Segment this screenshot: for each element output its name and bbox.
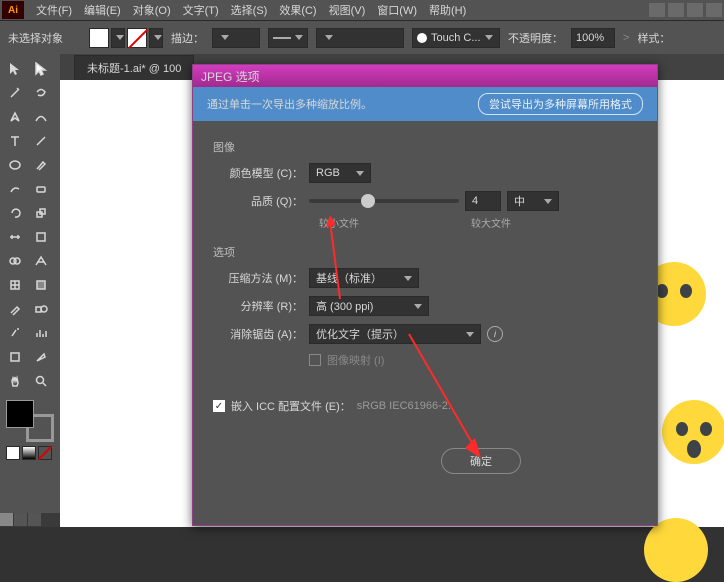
menu-edit[interactable]: 编辑(E): [78, 2, 127, 18]
section-image: 图像: [213, 139, 637, 155]
zoom-tool-icon[interactable]: [28, 370, 54, 392]
brush-def[interactable]: [316, 28, 404, 48]
dialog-tip-bar: 通过单击一次导出多种缩放比例。 尝试导出为多种屏幕所用格式: [193, 87, 657, 121]
symbol-sprayer-tool-icon[interactable]: [2, 322, 28, 344]
direct-selection-tool-icon[interactable]: [28, 58, 54, 80]
menu-select[interactable]: 选择(S): [225, 2, 274, 18]
menu-right-icons: [649, 3, 722, 17]
emoji-artwork: [644, 518, 708, 582]
opacity-label: 不透明度：: [508, 30, 563, 46]
antialias-select[interactable]: 优化文字（提示）: [309, 324, 481, 344]
quality-preset-select[interactable]: 中: [507, 191, 559, 211]
color-model-label: 颜色模型 (C)：: [213, 165, 303, 181]
shaper-tool-icon[interactable]: [2, 178, 28, 200]
scale-tool-icon[interactable]: [28, 202, 54, 224]
app-logo: Ai: [2, 1, 24, 19]
antialias-label: 消除锯齿 (A)：: [213, 326, 303, 342]
icc-label: 嵌入 ICC 配置文件 (E)：: [231, 398, 351, 414]
jpeg-options-dialog: JPEG 选项 通过单击一次导出多种缩放比例。 尝试导出为多种屏幕所用格式 图像…: [192, 64, 658, 526]
free-transform-tool-icon[interactable]: [28, 226, 54, 248]
menu-help[interactable]: 帮助(H): [423, 2, 472, 18]
menu-effect[interactable]: 效果(C): [273, 2, 322, 18]
stroke-swatch[interactable]: [127, 28, 147, 48]
fill-swatch[interactable]: [89, 28, 109, 48]
compression-label: 压缩方法 (M)：: [213, 270, 303, 286]
column-graph-tool-icon[interactable]: [28, 322, 54, 344]
blend-tool-icon[interactable]: [28, 298, 54, 320]
opacity-input[interactable]: [571, 28, 615, 48]
lasso-tool-icon[interactable]: [28, 82, 54, 104]
width-tool-icon[interactable]: [2, 226, 28, 248]
color-model-select[interactable]: RGB: [309, 163, 371, 183]
info-icon[interactable]: i: [487, 326, 503, 342]
toolbar: [0, 54, 60, 527]
mesh-tool-icon[interactable]: [2, 274, 28, 296]
menu-object[interactable]: 对象(O): [127, 2, 177, 18]
color-mode-swatches[interactable]: [6, 446, 52, 460]
large-file-label: 较大文件: [461, 215, 521, 230]
section-options: 选项: [213, 244, 637, 260]
icc-checkbox[interactable]: ✓: [213, 400, 225, 412]
menu-file[interactable]: 文件(F): [30, 2, 78, 18]
selection-tool-icon[interactable]: [2, 58, 28, 80]
gradient-tool-icon[interactable]: [28, 274, 54, 296]
ellipse-tool-icon[interactable]: [2, 154, 28, 176]
compression-select[interactable]: 基线（标准）: [309, 268, 419, 288]
options-bar: 未选择对象 描边： Touch C... 不透明度： > 样式：: [0, 20, 724, 54]
touch-dropdown[interactable]: Touch C...: [412, 28, 500, 48]
resolution-select[interactable]: 高 (300 ppi): [309, 296, 429, 316]
dialog-titlebar[interactable]: JPEG 选项: [193, 65, 657, 87]
pen-tool-icon[interactable]: [2, 106, 28, 128]
quality-label: 品质 (Q)：: [213, 193, 303, 209]
no-selection-label: 未选择对象: [8, 30, 63, 46]
emoji-artwork: [662, 400, 724, 464]
line-tool-icon[interactable]: [28, 130, 54, 152]
paintbrush-tool-icon[interactable]: [28, 154, 54, 176]
slice-tool-icon[interactable]: [28, 346, 54, 368]
export-screens-button[interactable]: 尝试导出为多种屏幕所用格式: [478, 93, 643, 115]
imagemap-checkbox[interactable]: [309, 354, 321, 366]
magic-wand-tool-icon[interactable]: [2, 82, 28, 104]
ok-button[interactable]: 确定: [441, 448, 521, 474]
eyedropper-tool-icon[interactable]: [2, 298, 28, 320]
rotate-tool-icon[interactable]: [2, 202, 28, 224]
icc-value: sRGB IEC61966-2.: [357, 400, 451, 412]
artboard-tool-icon[interactable]: [2, 346, 28, 368]
menu-window[interactable]: 窗口(W): [371, 2, 423, 18]
imagemap-label: 图像映射 (I): [327, 352, 384, 368]
stroke-weight[interactable]: [212, 28, 260, 48]
menu-type[interactable]: 文字(T): [177, 2, 225, 18]
curvature-tool-icon[interactable]: [28, 106, 54, 128]
tip-text: 通过单击一次导出多种缩放比例。: [207, 96, 372, 112]
style-label: 样式：: [637, 30, 670, 46]
shape-builder-tool-icon[interactable]: [2, 250, 28, 272]
type-tool-icon[interactable]: [2, 130, 28, 152]
stroke-width-profile[interactable]: [268, 28, 308, 48]
menu-view[interactable]: 视图(V): [323, 2, 372, 18]
stroke-label: 描边：: [171, 30, 204, 46]
menubar: Ai 文件(F) 编辑(E) 对象(O) 文字(T) 选择(S) 效果(C) 视…: [0, 0, 724, 20]
document-tab[interactable]: 未标题-1.ai* @ 100: [74, 55, 194, 80]
quality-slider[interactable]: [309, 199, 459, 203]
resolution-label: 分辨率 (R)：: [213, 298, 303, 314]
eraser-tool-icon[interactable]: [28, 178, 54, 200]
perspective-grid-tool-icon[interactable]: [28, 250, 54, 272]
quality-value[interactable]: 4: [465, 191, 501, 211]
small-file-label: 较小文件: [309, 215, 369, 230]
hand-tool-icon[interactable]: [2, 370, 28, 392]
fill-dropdown[interactable]: [111, 28, 125, 48]
fill-stroke-indicator[interactable]: [6, 400, 54, 442]
stroke-dropdown[interactable]: [149, 28, 163, 48]
